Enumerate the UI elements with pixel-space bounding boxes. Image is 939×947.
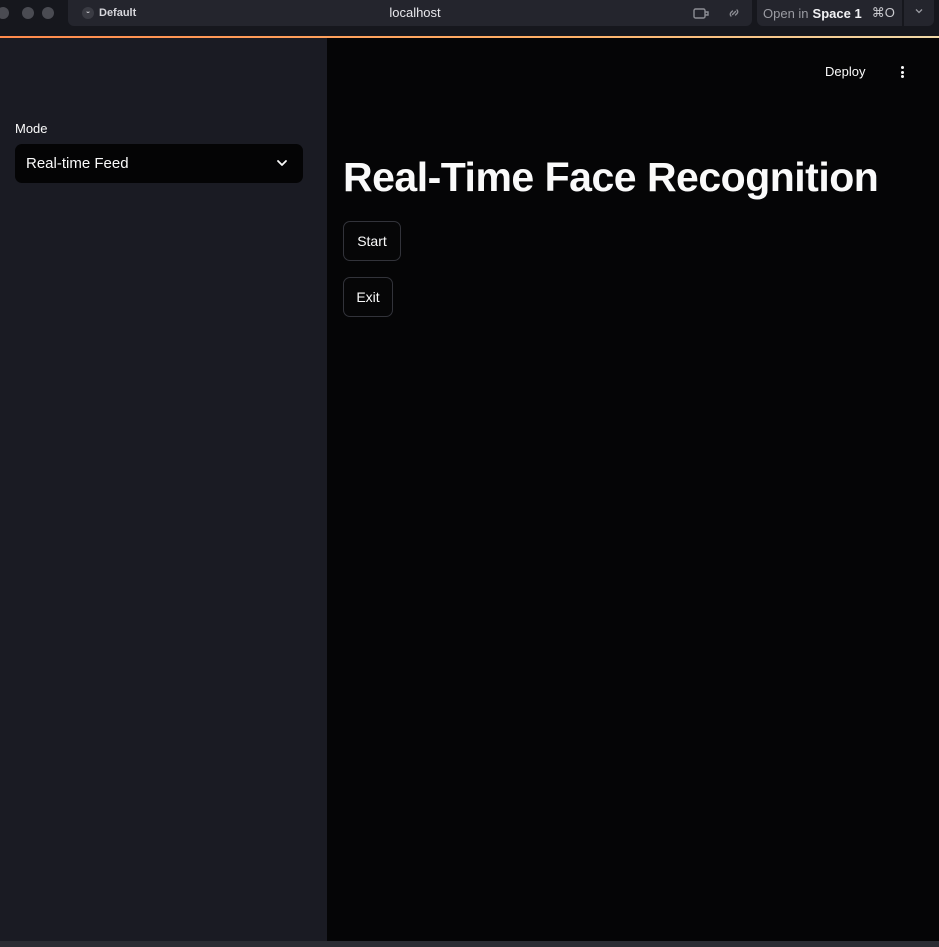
mode-select[interactable]: Real-time Feed xyxy=(15,144,303,183)
open-in-target: Space 1 xyxy=(812,5,862,21)
browser-window: ᵕ Default localhost Open in Space 1 ⌘O M… xyxy=(0,0,939,947)
url-text[interactable]: localhost xyxy=(300,5,530,20)
sidebar: Mode Real-time Feed xyxy=(0,38,327,941)
mode-select-value: Real-time Feed xyxy=(26,155,129,172)
extension-icon[interactable] xyxy=(692,5,710,21)
browser-titlebar: ᵕ Default localhost Open in Space 1 ⌘O xyxy=(0,0,939,36)
deploy-button[interactable]: Deploy xyxy=(825,64,865,79)
profile-switcher[interactable]: ᵕ Default xyxy=(82,6,136,20)
close-window-button[interactable] xyxy=(0,7,9,19)
minimize-window-button[interactable] xyxy=(22,7,34,19)
more-options-icon[interactable] xyxy=(897,64,907,80)
window-bottom-edge xyxy=(0,941,939,947)
maximize-window-button[interactable] xyxy=(42,7,54,19)
page-title: Real-Time Face Recognition xyxy=(343,154,879,200)
chevron-down-icon[interactable] xyxy=(904,0,934,26)
open-in-space-button[interactable]: Open in Space 1 ⌘O xyxy=(757,0,902,26)
open-in-shortcut: ⌘O xyxy=(871,5,895,20)
link-icon[interactable] xyxy=(725,5,743,21)
mode-label: Mode xyxy=(15,121,48,136)
exit-button[interactable]: Exit xyxy=(343,277,393,317)
main-content: Deploy Real-Time Face Recognition Start … xyxy=(327,38,939,941)
start-button[interactable]: Start xyxy=(343,221,401,261)
chevron-down-icon xyxy=(277,160,287,166)
smiley-icon: ᵕ xyxy=(82,7,94,19)
open-in-prefix: Open in xyxy=(763,5,809,21)
profile-name: Default xyxy=(99,7,137,19)
